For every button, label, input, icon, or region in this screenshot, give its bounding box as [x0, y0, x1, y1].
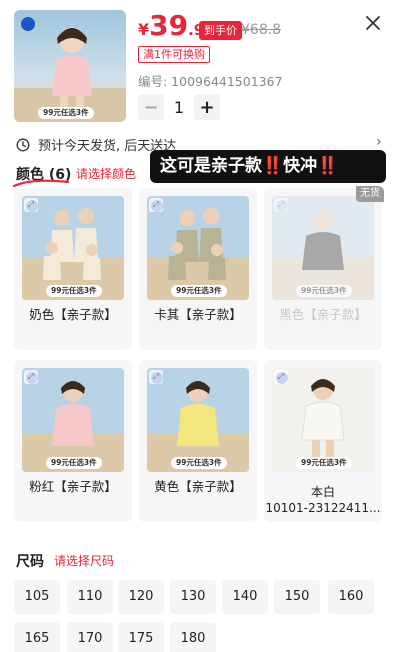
color-option-yellow[interactable]: ⤢ 99元任选3件 黄色【亲子款】	[139, 360, 257, 522]
zoom-icon[interactable]: ⤢	[149, 370, 163, 384]
price-integer: 39	[149, 9, 189, 42]
size-hint: 请选择尺码	[54, 554, 115, 568]
promo-badge[interactable]: 满1件可换购	[138, 46, 210, 63]
image-badge: 99元任选3件	[46, 285, 102, 297]
image-badge: 99元任选3件	[171, 457, 227, 469]
size-option[interactable]: 180	[170, 622, 216, 652]
color-option-image: ⤢ 99元任选3件	[22, 196, 124, 300]
color-option-image: ⤢ 99元任选3件	[272, 196, 374, 300]
size-option[interactable]: 175	[118, 622, 164, 652]
size-option[interactable]: 105	[14, 580, 60, 614]
close-icon	[366, 16, 380, 30]
size-option[interactable]: 120	[118, 580, 164, 614]
price-currency: ¥	[138, 20, 150, 39]
color-option-label: 卡其【亲子款】	[154, 307, 242, 322]
overlay-mark-2: ‼️	[317, 156, 339, 176]
overlay-text: 这可是亲子款	[160, 156, 262, 176]
size-option[interactable]: 130	[170, 580, 216, 614]
color-option-black[interactable]: ⤢ 99元任选3件 黑色【亲子款】	[264, 188, 382, 350]
increase-button[interactable]: +	[194, 94, 220, 120]
color-option-white[interactable]: ⤢ 99元任选3件 本白 10101-23122411...	[264, 360, 382, 522]
zoom-icon[interactable]: ⤢	[24, 198, 38, 212]
color-option-label: 本白	[310, 485, 335, 499]
quantity-value[interactable]: 1	[164, 98, 194, 117]
sold-out-badge: 无货	[356, 186, 384, 202]
color-option-image: ⤢ 99元任选3件	[272, 368, 374, 472]
price: ¥ 39 .9	[138, 12, 204, 40]
size-option[interactable]: 170	[67, 622, 113, 652]
color-option-khaki[interactable]: ⤢ 99元任选3件 卡其【亲子款】	[139, 188, 257, 350]
color-option-label: 粉红【亲子款】	[29, 479, 117, 494]
color-option-label: 黑色【亲子款】	[279, 307, 367, 322]
chevron-right-icon[interactable]: ›	[376, 134, 382, 150]
size-option[interactable]: 110	[67, 580, 113, 614]
color-option-label: 黄色【亲子款】	[154, 479, 242, 494]
size-option[interactable]: 150	[274, 580, 320, 614]
color-option-cream[interactable]: ⤢ 99元任选3件 奶色【亲子款】	[14, 188, 132, 350]
image-badge: 99元任选3件	[296, 457, 352, 469]
zoom-icon[interactable]: ⤢	[24, 370, 38, 384]
zoom-icon[interactable]: ⤢	[274, 198, 288, 212]
product-thumbnail[interactable]: 99元任选3件	[14, 10, 126, 122]
color-option-image: ⤢ 99元任选3件	[147, 196, 249, 300]
final-price-tag: 到手价	[199, 21, 242, 40]
product-code: 编号: 10096441501367	[138, 74, 283, 89]
clock-icon	[16, 138, 30, 151]
color-option-pink[interactable]: ⤢ 99元任选3件 粉红【亲子款】	[14, 360, 132, 522]
size-option[interactable]: 165	[14, 622, 60, 652]
quantity-stepper: − 1 +	[138, 94, 220, 120]
image-badge: 99元任选3件	[171, 285, 227, 297]
color-option-label: 奶色【亲子款】	[29, 307, 117, 322]
overlay-tail: 快冲	[283, 156, 318, 176]
image-badge: 99元任选3件	[296, 285, 352, 297]
original-price: ¥68.8	[241, 22, 282, 38]
annotation-overlay: 这可是亲子款‼️快冲‼️	[150, 150, 386, 183]
zoom-icon[interactable]: ⤢	[274, 370, 288, 384]
size-option[interactable]: 160	[328, 580, 374, 614]
color-option-image: ⤢ 99元任选3件	[22, 368, 124, 472]
color-option-sku: 10101-23122411...	[265, 501, 381, 515]
color-hint: 请选择颜色	[76, 167, 137, 181]
close-button[interactable]	[362, 12, 384, 34]
size-option[interactable]: 140	[222, 580, 268, 614]
decrease-button[interactable]: −	[138, 94, 164, 120]
overlay-mark-1: ‼️	[262, 156, 284, 176]
color-option-image: ⤢ 99元任选3件	[147, 368, 249, 472]
zoom-icon[interactable]: ⤢	[149, 198, 163, 212]
size-section-title: 尺码	[16, 554, 44, 570]
thumb-badge: 99元任选3件	[38, 107, 94, 119]
image-badge: 99元任选3件	[46, 457, 102, 469]
